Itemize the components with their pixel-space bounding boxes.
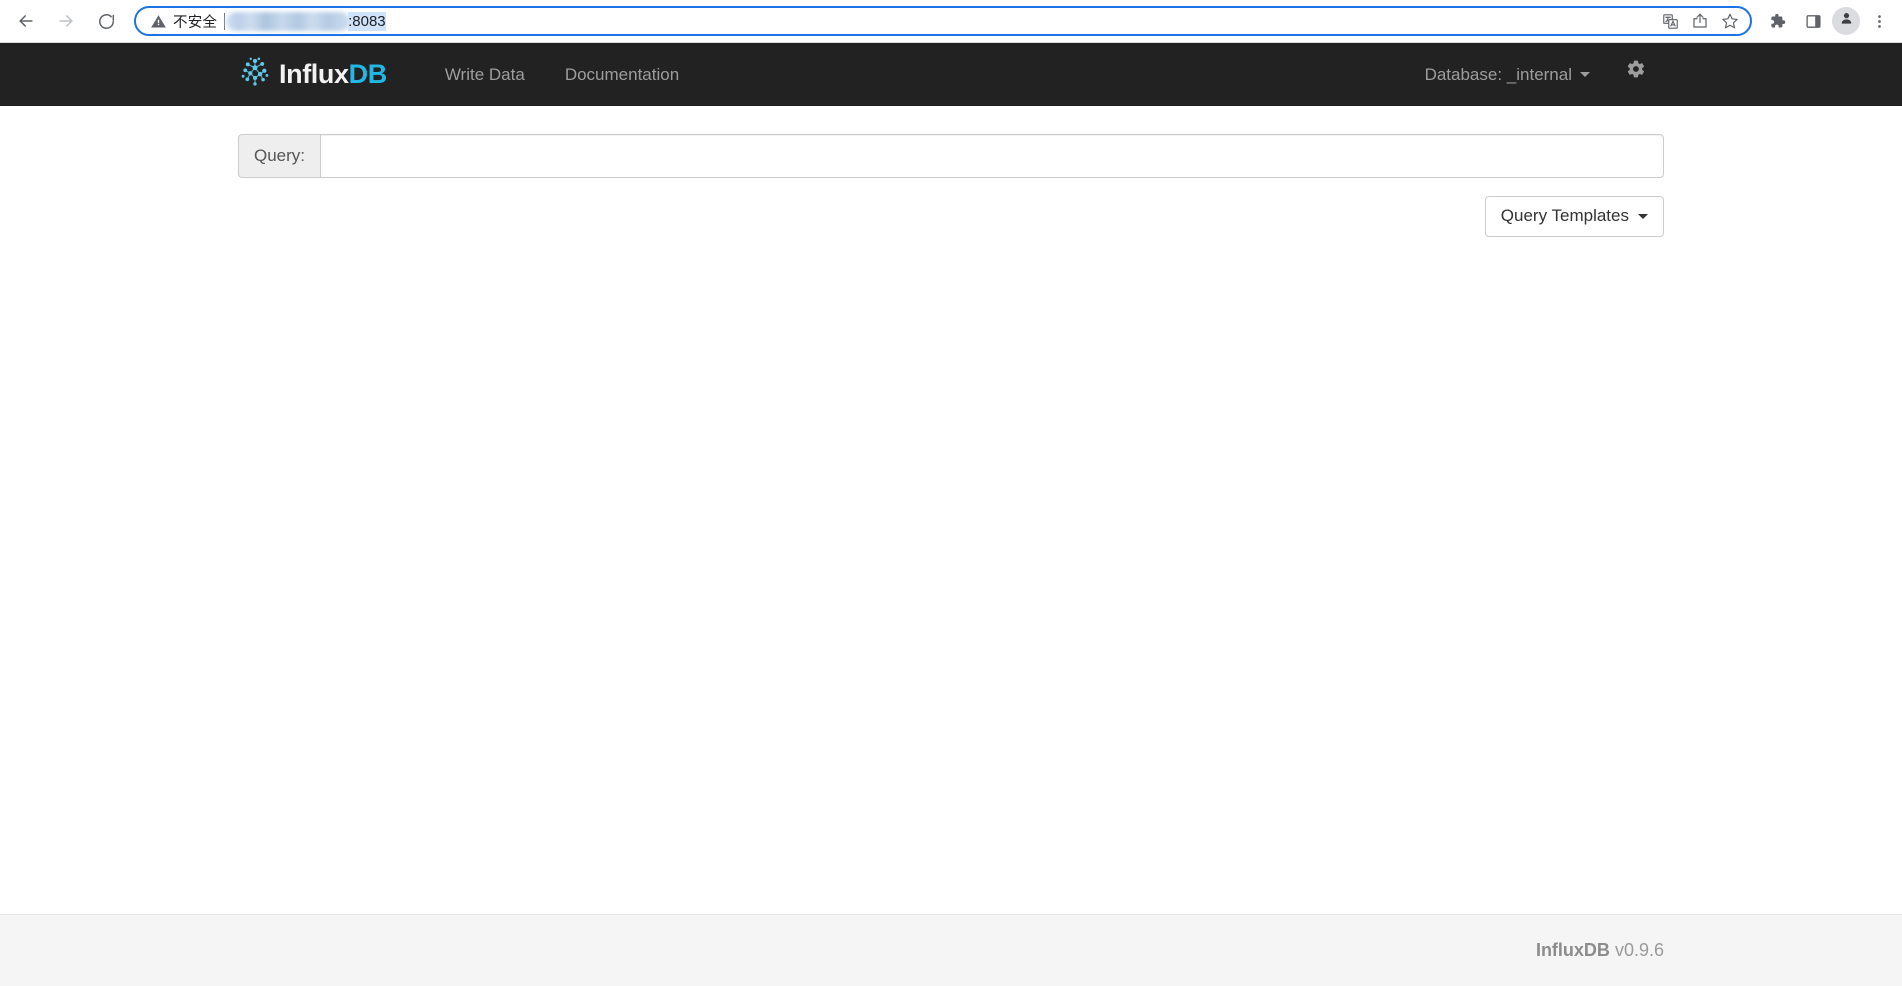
forward-button[interactable] (46, 4, 86, 38)
url-port-text: :8083 (348, 11, 386, 31)
arrow-right-icon (56, 11, 76, 31)
address-bar[interactable]: 不安全 :8083 (134, 6, 1752, 36)
omnibox-action-icons (1656, 8, 1744, 34)
footer-product-name: InfluxDB (1535, 940, 1610, 960)
warning-triangle-icon[interactable] (150, 13, 167, 30)
navbar-links: Write Data Documentation (425, 43, 699, 106)
footer-content: InfluxDB v0.9.6 (238, 940, 1664, 961)
chevron-down-icon (1580, 72, 1590, 77)
brand-text-light: Influx (279, 59, 349, 89)
templates-row: Query Templates (238, 196, 1664, 238)
settings-button[interactable] (1608, 43, 1664, 106)
app-navbar: InfluxDB Write Data Documentation Databa… (0, 43, 1902, 106)
side-panel-icon[interactable] (1796, 5, 1830, 37)
reload-icon (97, 12, 116, 31)
navbar-container: InfluxDB Write Data Documentation Databa… (238, 43, 1664, 106)
three-dot-menu-icon[interactable] (1862, 5, 1896, 37)
url-text-area[interactable]: :8083 (224, 8, 1656, 34)
avatar-icon (1838, 10, 1855, 32)
gear-icon (1626, 43, 1646, 106)
navbar-right: Database: _internal (1407, 43, 1664, 106)
database-selector-label: Database: _internal (1424, 65, 1572, 84)
brand-text-accent: DB (348, 59, 388, 89)
page-body: Query: Query Templates (0, 106, 1902, 914)
back-button[interactable] (6, 4, 46, 38)
reload-button[interactable] (86, 4, 126, 38)
query-templates-button[interactable]: Query Templates (1484, 196, 1664, 238)
redacted-url-host (226, 11, 351, 31)
text-cursor (224, 12, 226, 30)
nav-link-write-data[interactable]: Write Data (425, 43, 545, 106)
translate-icon[interactable] (1656, 8, 1684, 34)
nav-link-documentation[interactable]: Documentation (545, 43, 699, 106)
arrow-left-icon (16, 11, 36, 31)
app-footer: InfluxDB v0.9.6 (0, 914, 1902, 986)
chevron-down-icon (1638, 213, 1648, 219)
brand-home-link[interactable]: InfluxDB (238, 55, 387, 94)
query-input-group: Query: (238, 134, 1664, 178)
query-templates-label: Query Templates (1500, 206, 1629, 225)
footer-version: v0.9.6 (1614, 940, 1664, 960)
brand-wordmark: InfluxDB (279, 61, 387, 88)
query-input[interactable] (320, 134, 1664, 178)
profile-avatar-button[interactable] (1832, 7, 1860, 35)
share-icon[interactable] (1686, 8, 1714, 34)
star-icon[interactable] (1716, 8, 1744, 34)
security-status-label: 不安全 (173, 14, 218, 31)
puzzle-icon[interactable] (1760, 5, 1794, 37)
query-label: Query: (238, 134, 321, 178)
database-selector[interactable]: Database: _internal (1407, 43, 1608, 106)
browser-right-icons (1760, 5, 1902, 37)
browser-nav-buttons (0, 4, 126, 38)
browser-toolbar: 不安全 :8083 (0, 0, 1902, 42)
influxdb-molecule-logo-icon (238, 55, 272, 94)
content-container: Query: Query Templates (238, 106, 1664, 238)
